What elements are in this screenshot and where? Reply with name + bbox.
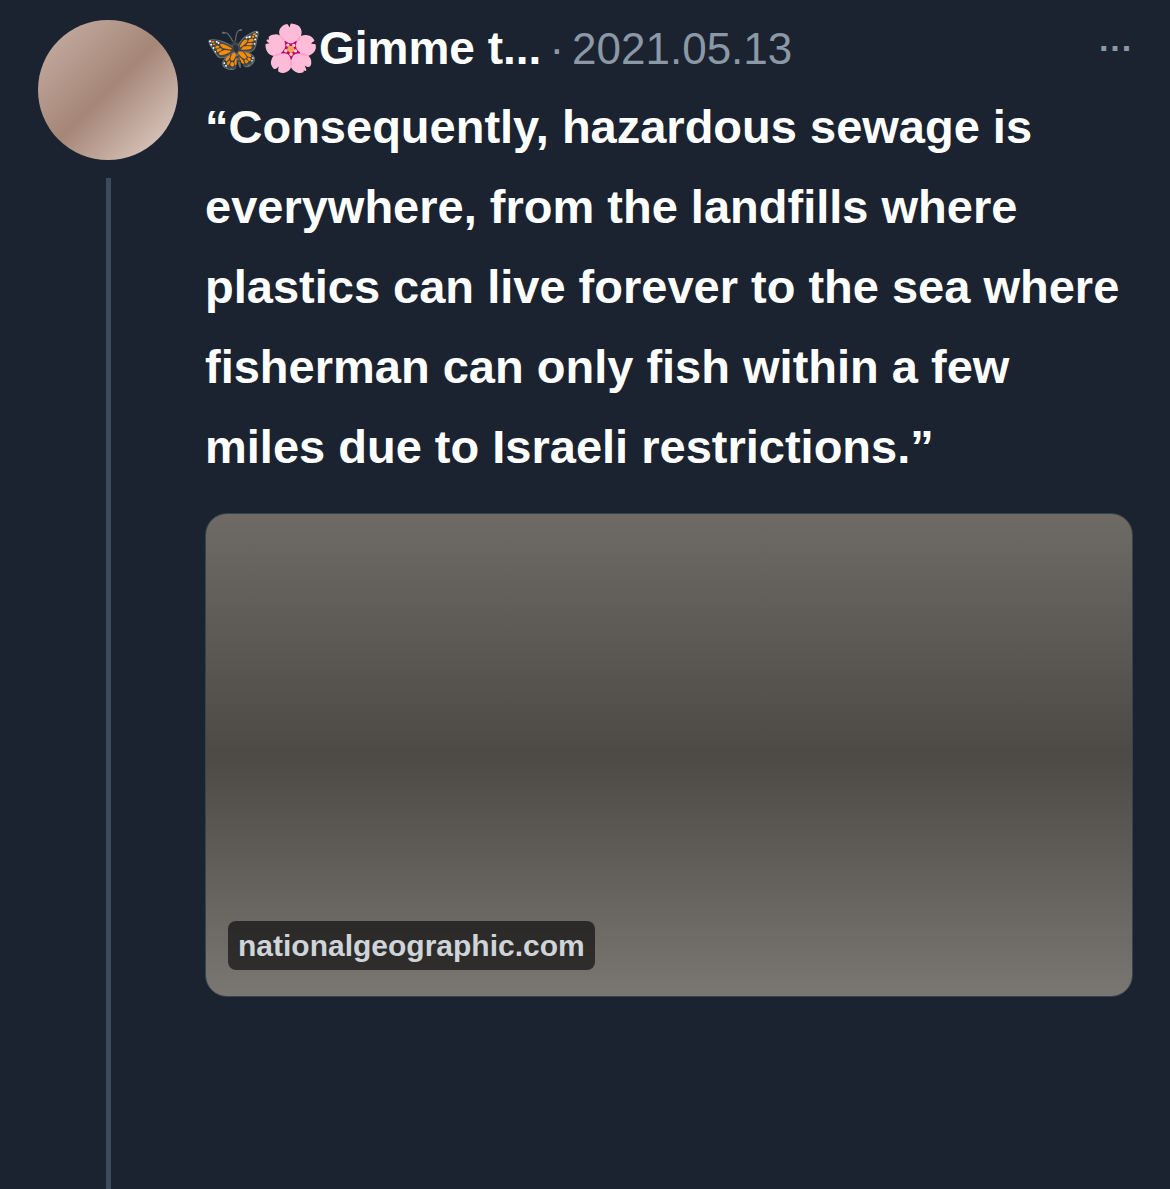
- avatar-image[interactable]: [38, 20, 178, 160]
- post-date[interactable]: 2021.05.13: [572, 16, 792, 82]
- link-card[interactable]: nationalgeographic.com: [205, 513, 1133, 997]
- author-name[interactable]: 🦋🌸Gimme t...: [205, 14, 541, 83]
- tweet-text: “Consequently, hazardous sewage is every…: [205, 87, 1133, 487]
- card-domain: nationalgeographic.com: [228, 921, 595, 970]
- more-button[interactable]: ···: [1099, 23, 1133, 74]
- tweet-body: 🦋🌸Gimme t...·2021.05.13 ··· “Consequently,…: [205, 0, 1170, 1189]
- tweet-header: 🦋🌸Gimme t...·2021.05.13 ···: [205, 0, 1133, 83]
- avatar-column: [0, 0, 205, 1189]
- thread-line: [106, 178, 111, 1189]
- separator: ·: [549, 16, 564, 82]
- tweet-screen: 🦋🌸Gimme t...·2021.05.13 ··· “Consequently,…: [0, 0, 1170, 1189]
